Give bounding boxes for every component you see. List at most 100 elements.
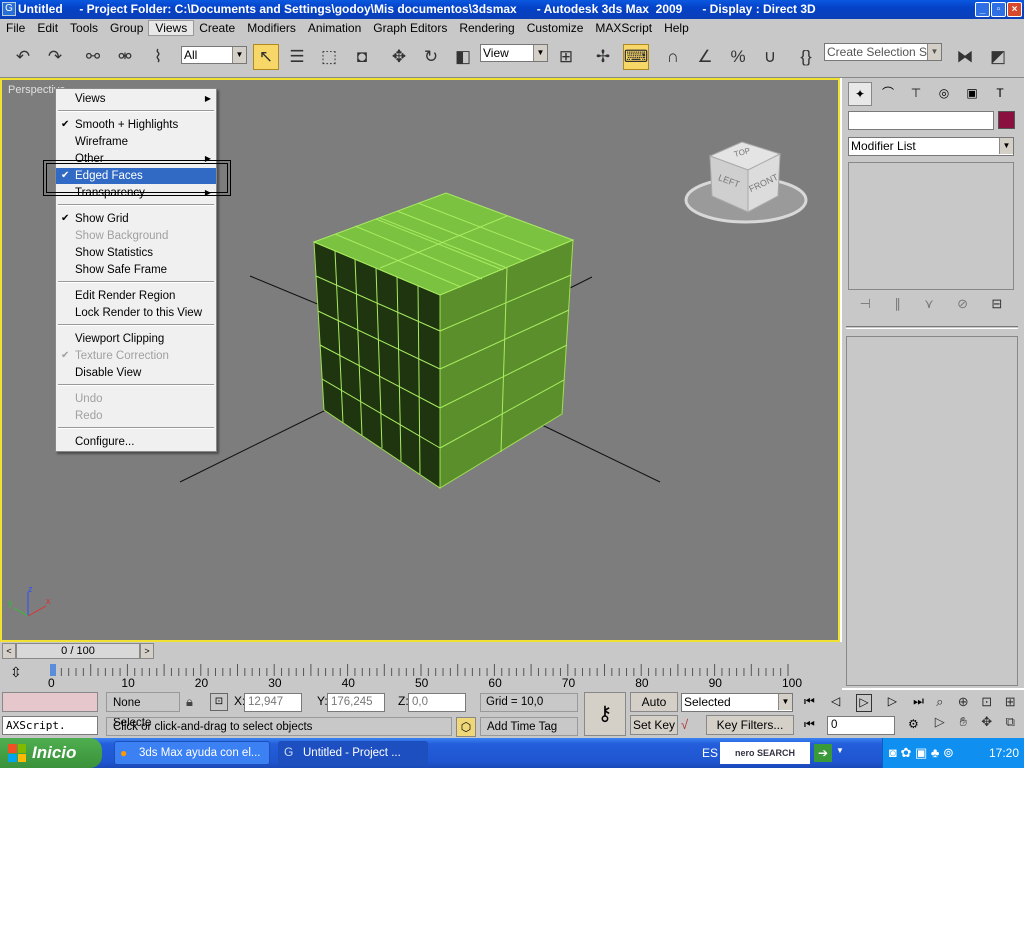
selection-lock-icon[interactable]: 🔒︎ xyxy=(186,694,193,710)
menu-item-viewport-clipping[interactable]: Viewport Clipping xyxy=(56,331,216,347)
snaps-toggle-icon[interactable]: ∩ xyxy=(660,44,686,70)
zoom-extents-all-icon[interactable]: ⊞ xyxy=(999,694,1023,714)
orbit-icon[interactable]: ✥ xyxy=(975,714,999,734)
scale-icon[interactable]: ◧ xyxy=(450,44,476,70)
previous-frame-icon[interactable]: ◁ xyxy=(831,694,840,712)
menu-maxscript[interactable]: MAXScript xyxy=(589,21,658,35)
close-button[interactable]: × xyxy=(1007,2,1022,17)
menu-create[interactable]: Create xyxy=(193,21,241,35)
minimize-button[interactable]: _ xyxy=(975,2,990,17)
key-mode-dropdown[interactable]: Selected ▼ xyxy=(681,693,793,712)
undo-icon[interactable]: ↶ xyxy=(10,44,36,70)
clock[interactable]: 17:20 xyxy=(989,738,1019,768)
menu-group[interactable]: Group xyxy=(104,21,149,35)
menu-item-smooth-highlights[interactable]: ✔ Smooth + Highlights xyxy=(56,117,216,133)
menu-item-configure[interactable]: Configure... xyxy=(56,434,216,450)
zoom-extents-icon[interactable]: ⊡ xyxy=(975,694,999,714)
align-icon[interactable]: ◩ xyxy=(985,44,1011,70)
time-slider[interactable]: 0 / 100 xyxy=(16,643,140,659)
unlink-icon[interactable]: ⚮ xyxy=(112,44,138,70)
add-time-tag-button[interactable]: Add Time Tag xyxy=(480,717,578,736)
menu-rendering[interactable]: Rendering xyxy=(453,21,520,35)
maximize-button[interactable]: ▫ xyxy=(991,2,1006,17)
menu-graph-editors[interactable]: Graph Editors xyxy=(367,21,453,35)
go-to-end-icon[interactable]: ⏭ xyxy=(913,694,924,712)
menu-tools[interactable]: Tools xyxy=(64,21,104,35)
time-prev-icon[interactable]: < xyxy=(2,643,16,659)
modify-tab-icon[interactable]: ⌒ xyxy=(876,82,900,106)
menu-views[interactable]: Views xyxy=(148,20,195,36)
selection-filter-dropdown[interactable]: All ▼ xyxy=(181,46,247,64)
maxscript-listener-pink[interactable] xyxy=(2,692,98,712)
modifier-list-dropdown[interactable]: Modifier List ▼ xyxy=(848,137,1014,156)
rotate-icon[interactable]: ↻ xyxy=(418,44,444,70)
window-crossing-icon[interactable]: ◘ xyxy=(349,44,375,70)
set-keys-key-icon[interactable]: ⚷ xyxy=(584,692,626,736)
remove-modifier-icon[interactable]: ⊘ xyxy=(957,296,968,316)
window-title-bar[interactable]: Untitled - Project Folder: C:\Documents … xyxy=(0,0,1024,19)
named-selection-set-dropdown[interactable]: Create Selection Set ▼ xyxy=(824,43,942,61)
menu-item-show-background[interactable]: Show Background xyxy=(56,228,216,244)
menu-help[interactable]: Help xyxy=(658,21,695,35)
object-color-swatch[interactable] xyxy=(998,111,1015,129)
select-by-name-icon[interactable]: ☰ xyxy=(284,44,310,70)
keyboard-shortcut-override-icon[interactable]: ⌨ xyxy=(623,44,649,70)
language-indicator[interactable]: ES xyxy=(702,746,718,760)
x-coordinate-field[interactable]: 12,947 xyxy=(244,693,302,712)
timeline-ruler[interactable]: ⇳ 0 10 20 30 40 50 60 70 80 90 100 xyxy=(0,660,842,690)
menu-item-texture-correction[interactable]: ✔ Texture Correction xyxy=(56,348,216,364)
menu-item-show-statistics[interactable]: Show Statistics xyxy=(56,245,216,261)
display-tab-icon[interactable]: ▣ xyxy=(960,82,984,106)
menu-item-show-grid[interactable]: ✔ Show Grid xyxy=(56,211,216,227)
zoom-icon[interactable]: ⌕ xyxy=(928,694,952,714)
menu-file[interactable]: File xyxy=(0,21,31,35)
key-mode-toggle-icon[interactable]: ⏮ xyxy=(804,717,815,732)
menu-item-lock-render-to-this-view[interactable]: Lock Render to this View xyxy=(56,305,216,321)
pan-icon[interactable]: ✋︎ xyxy=(952,714,976,734)
menu-item-undo[interactable]: Undo xyxy=(56,391,216,407)
play-icon[interactable]: ▷ xyxy=(856,694,872,712)
motion-tab-icon[interactable]: ◎ xyxy=(932,82,956,106)
nero-search-box[interactable]: nero SEARCH xyxy=(720,742,810,764)
menu-item-views[interactable]: Views ▶ xyxy=(56,91,216,107)
redo-icon[interactable]: ↷ xyxy=(42,44,68,70)
time-next-icon[interactable]: > xyxy=(140,643,154,659)
menu-modifiers[interactable]: Modifiers xyxy=(241,21,302,35)
z-coordinate-field[interactable]: 0,0 xyxy=(408,693,466,712)
zoom-all-icon[interactable]: ⊕ xyxy=(952,694,976,714)
key-filters-button[interactable]: Key Filters... xyxy=(706,715,794,735)
modifier-stack[interactable] xyxy=(848,162,1014,290)
show-end-result-icon[interactable]: ∥ xyxy=(894,296,901,316)
menu-item-show-safe-frame[interactable]: Show Safe Frame xyxy=(56,262,216,278)
reference-coordinate-dropdown[interactable]: View ▼ xyxy=(480,44,548,62)
taskbar-item-firefox[interactable]: 3ds Max ayuda con el... xyxy=(114,741,270,765)
edit-named-selection-icon[interactable]: {} xyxy=(793,44,819,70)
taskbar-item-3dsmax[interactable]: Untitled - Project ... xyxy=(278,741,428,765)
menu-animation[interactable]: Animation xyxy=(302,21,367,35)
go-to-start-icon[interactable]: ⏮ xyxy=(804,694,815,712)
next-frame-icon[interactable]: ▷ xyxy=(888,694,897,712)
3dsmax-icon[interactable]: G xyxy=(2,2,16,16)
tray-icons[interactable]: ◙ ✿ ▣ ♣ ⊚ xyxy=(889,738,954,768)
set-key-button[interactable]: Set Key xyxy=(630,715,678,735)
field-of-view-icon[interactable]: ▷ xyxy=(928,714,952,734)
select-object-icon[interactable]: ↖ xyxy=(253,44,279,70)
create-tab-icon[interactable]: ✦ xyxy=(848,82,872,106)
angle-snap-icon[interactable]: ∠ xyxy=(692,44,718,70)
menu-item-edit-render-region[interactable]: Edit Render Region xyxy=(56,288,216,304)
select-and-link-icon[interactable]: ⚯ xyxy=(80,44,106,70)
pin-stack-icon[interactable]: ⊣ xyxy=(860,296,871,316)
current-frame-marker[interactable] xyxy=(50,664,56,676)
spinner-snap-icon[interactable]: ∪ xyxy=(757,44,783,70)
rectangular-selection-icon[interactable]: ⬚ xyxy=(316,44,342,70)
y-coordinate-field[interactable]: 176,245 xyxy=(327,693,385,712)
absolute-mode-icon[interactable]: ⊡ xyxy=(210,693,228,711)
menu-item-wireframe[interactable]: Wireframe xyxy=(56,134,216,150)
key-tangent-icon[interactable]: √ xyxy=(681,717,701,735)
maxscript-mini-listener[interactable]: AXScript. xyxy=(2,716,98,735)
utilities-tab-icon[interactable]: T xyxy=(988,82,1012,106)
pivot-point-icon[interactable]: ⊞ xyxy=(553,44,579,70)
search-go-icon[interactable]: ➔ xyxy=(814,744,832,762)
box-object[interactable] xyxy=(312,192,575,489)
mirror-icon[interactable]: ⧓ xyxy=(952,44,978,70)
